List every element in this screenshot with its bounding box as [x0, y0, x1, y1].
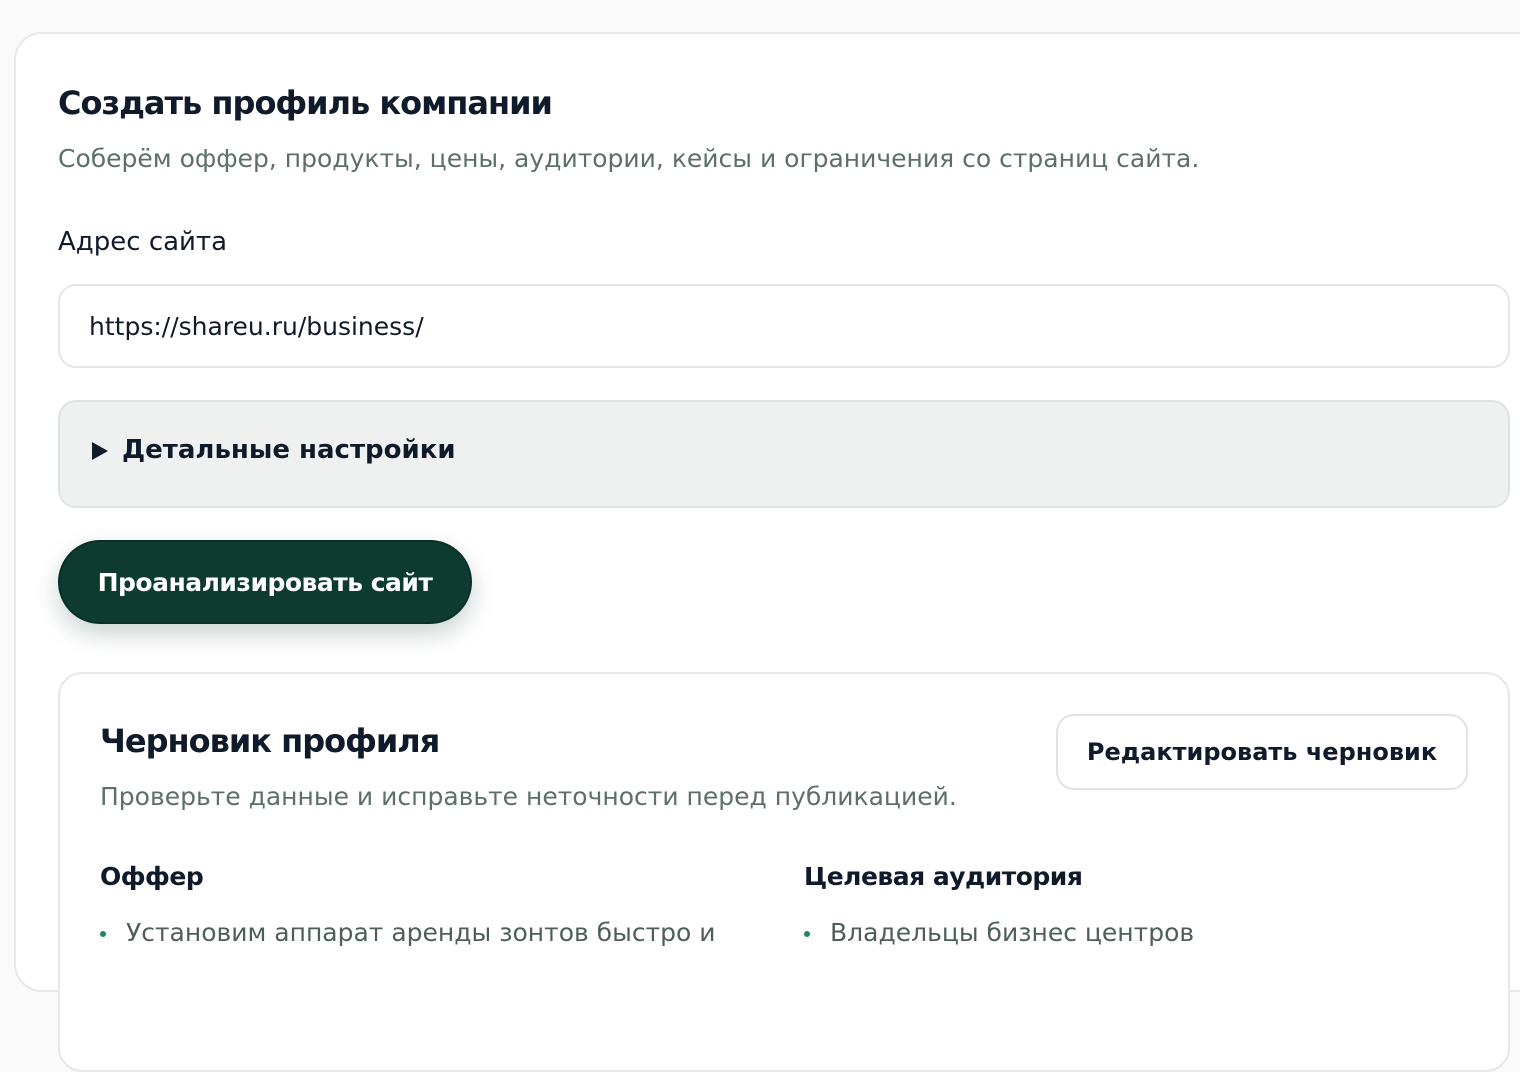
- create-profile-card: Создать профиль компании Соберём оффер, …: [14, 32, 1520, 1072]
- page-subtitle: Соберём оффер, продукты, цены, аудитории…: [58, 144, 1200, 173]
- bullet-dot-icon: [804, 931, 810, 937]
- page-title: Создать профиль компании: [58, 84, 553, 122]
- triangle-right-icon: [92, 442, 108, 460]
- detailed-settings-label: Детальные настройки: [122, 435, 456, 465]
- draft-title: Черновик профиля: [100, 722, 440, 760]
- bullet-dot-icon: [100, 931, 106, 937]
- target-audience-heading: Целевая аудитория: [804, 862, 1083, 891]
- list-item-text: Владельцы бизнес центров: [830, 918, 1195, 947]
- offer-list: Установим аппарат аренды зонтов быстро и: [100, 916, 716, 950]
- draft-subtitle: Проверьте данные и исправьте неточности …: [100, 782, 957, 811]
- list-item: Владельцы бизнес центров: [804, 916, 1194, 950]
- list-item: Установим аппарат аренды зонтов быстро и: [100, 916, 716, 950]
- edit-draft-button[interactable]: Редактировать черновик: [1056, 714, 1468, 790]
- target-audience-list: Владельцы бизнес центров: [804, 916, 1194, 950]
- analyze-site-button[interactable]: Проанализировать сайт: [58, 540, 472, 624]
- site-address-input[interactable]: [58, 284, 1510, 368]
- draft-profile-card: Черновик профиля Проверьте данные и испр…: [58, 672, 1510, 1072]
- site-address-label: Адрес сайта: [58, 227, 228, 257]
- list-item-text: Установим аппарат аренды зонтов быстро и: [126, 918, 716, 947]
- detailed-settings-toggle[interactable]: Детальные настройки: [58, 400, 1510, 508]
- offer-heading: Оффер: [100, 862, 204, 891]
